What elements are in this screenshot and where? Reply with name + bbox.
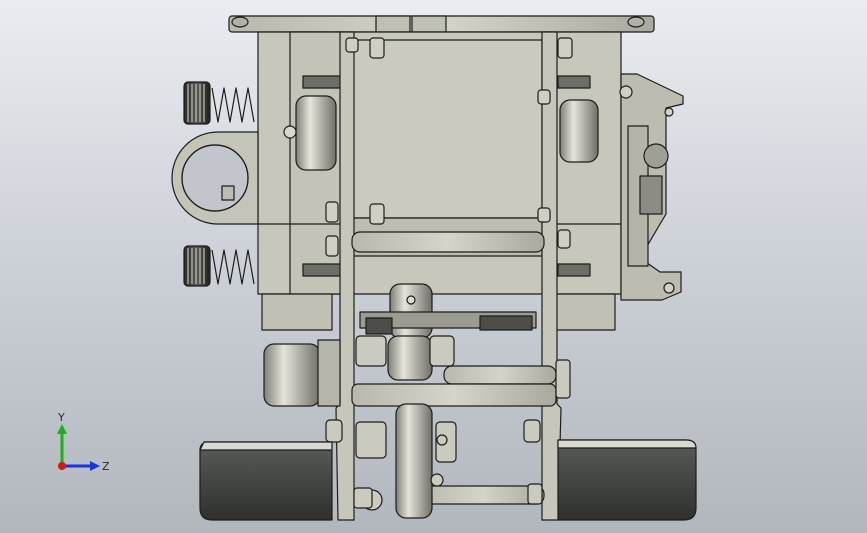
lower-left-roller[interactable] <box>263 339 341 407</box>
tie-rod-middle[interactable] <box>443 365 557 385</box>
x-axis-origin <box>58 462 66 470</box>
upper-knob-spring[interactable] <box>183 81 255 125</box>
z-axis-arrowhead <box>90 461 100 471</box>
right-pulley[interactable] <box>559 99 599 163</box>
linkage-fittings <box>325 335 571 511</box>
tie-rod-upper[interactable] <box>351 231 545 253</box>
cad-viewport[interactable]: Y Z <box>0 0 867 533</box>
axis-triad: Y Z <box>57 411 110 473</box>
assembly-model[interactable] <box>0 0 867 533</box>
left-mounting-ring[interactable] <box>171 131 259 225</box>
z-axis-label: Z <box>102 460 110 473</box>
top-plate[interactable] <box>228 15 655 33</box>
right-foot-pad[interactable] <box>557 439 697 521</box>
tie-rod-lower[interactable] <box>351 383 557 407</box>
left-foot-pad[interactable] <box>199 441 333 521</box>
tie-rod-bottom[interactable] <box>419 485 545 505</box>
y-axis-arrowhead <box>57 424 67 434</box>
right-side-bracket[interactable] <box>619 73 684 301</box>
main-housing[interactable] <box>257 31 622 331</box>
lower-knob-spring[interactable] <box>183 245 255 287</box>
y-axis-label: Y <box>57 411 65 424</box>
